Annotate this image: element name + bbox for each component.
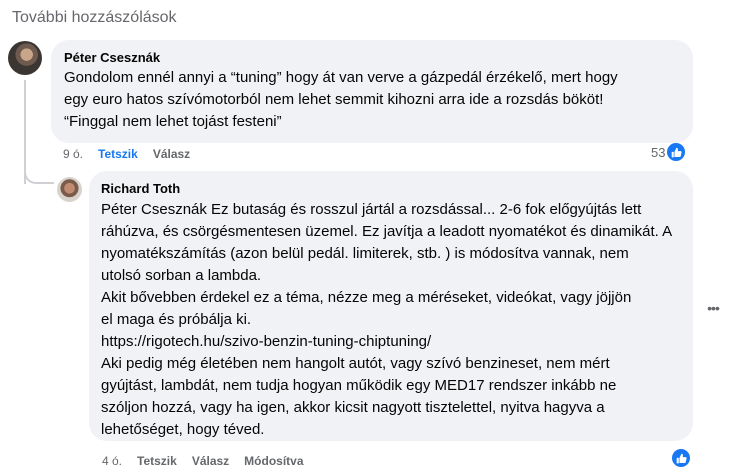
edited-label[interactable]: Módosítva [244, 454, 303, 468]
reply-button[interactable]: Válasz [153, 147, 190, 161]
more-comments-link[interactable]: További hozzászólások [12, 9, 177, 27]
reply-button[interactable]: Válasz [192, 454, 229, 468]
thread-connector [24, 168, 54, 184]
comment-text: Gondolom ennél annyi a “tuning” hogy át … [64, 69, 618, 130]
comment-author[interactable]: Richard Toth [101, 180, 681, 197]
comment-text: Péter Csesznák Ez butaság és rosszul jár… [101, 201, 673, 438]
avatar[interactable] [57, 177, 82, 202]
comment-actions: 4 ó. Tetszik Válasz Módosítva [102, 454, 319, 468]
avatar[interactable] [8, 41, 42, 75]
thumbs-up-icon [672, 449, 690, 467]
like-button[interactable]: Tetszik [137, 454, 177, 468]
comment-bubble: Péter Csesznák Gondolom ennél annyi a “t… [51, 40, 693, 143]
comment-timestamp[interactable]: 4 ó. [102, 454, 122, 468]
reaction-summary[interactable] [670, 449, 690, 467]
reaction-summary[interactable]: 53 [651, 143, 686, 161]
reaction-count: 53 [651, 144, 666, 160]
like-button[interactable]: Tetszik [98, 147, 138, 161]
comment-timestamp[interactable]: 9 ó. [63, 147, 83, 161]
thumbs-up-icon [667, 143, 686, 161]
more-options-icon[interactable]: ••• [702, 297, 724, 319]
comment-actions: 9 ó. Tetszik Válasz [63, 147, 205, 161]
comment-author[interactable]: Péter Csesznák [64, 49, 680, 66]
comment-bubble: Richard Toth Péter Csesznák Ez butaság é… [89, 171, 693, 441]
